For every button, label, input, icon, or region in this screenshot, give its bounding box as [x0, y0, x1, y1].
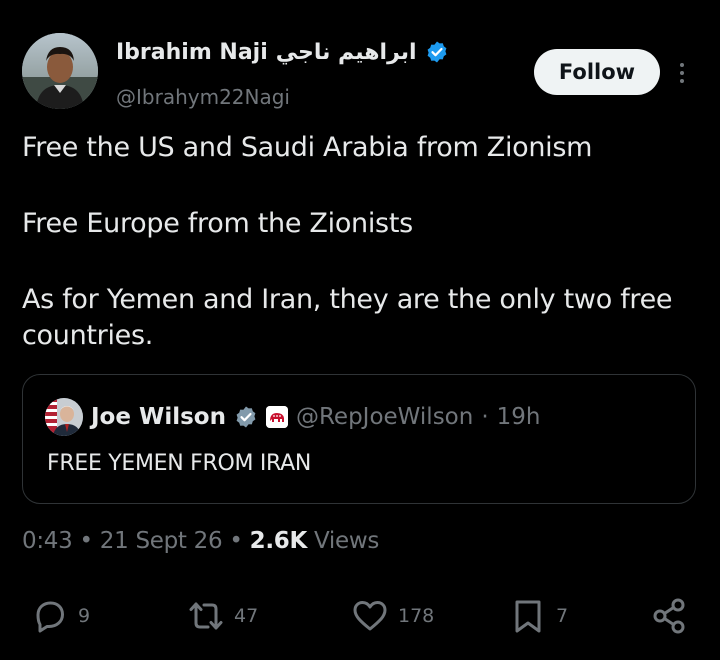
- verified-badge-icon: [425, 40, 449, 64]
- quoted-author-handle[interactable]: @RepJoeWilson: [296, 404, 473, 430]
- separator-dot: ·: [481, 404, 489, 430]
- views-label: Views: [314, 528, 380, 554]
- bookmark-button[interactable]: 7: [508, 594, 568, 638]
- separator-dot: •: [229, 528, 243, 554]
- quoted-tweet-header: Joe Wilson @RepJoeWilson · 19h: [45, 397, 540, 437]
- post-time[interactable]: 0:43: [22, 528, 73, 554]
- author-avatar[interactable]: [22, 33, 98, 109]
- tweet-meta: 0:43 • 21 Sept 26 • 2.6K Views: [22, 528, 379, 554]
- quoted-author-name[interactable]: Joe Wilson: [91, 404, 226, 430]
- tweet-paragraph: As for Yemen and Iran, they are the only…: [22, 284, 673, 351]
- follow-button[interactable]: Follow: [534, 49, 660, 95]
- verified-badge-icon: [234, 405, 258, 429]
- tweet-paragraph: Free Europe from the Zionists: [22, 208, 413, 239]
- share-button[interactable]: [650, 594, 690, 638]
- reply-count: 9: [78, 605, 91, 627]
- more-vertical-icon[interactable]: [672, 57, 692, 89]
- bookmark-count: 7: [556, 605, 569, 627]
- action-bar: 9 47 178 7: [0, 594, 720, 638]
- gop-elephant-badge-icon[interactable]: [265, 406, 288, 428]
- author-handle[interactable]: @Ibrahym22Nagi: [116, 85, 290, 109]
- repost-count: 47: [234, 605, 259, 627]
- share-icon: [653, 598, 685, 634]
- quoted-tweet-text: FREE YEMEN FROM IRAN: [47, 451, 312, 476]
- heart-icon: [353, 601, 387, 631]
- author-arabic-name[interactable]: ابراهيم ناجي: [276, 40, 417, 65]
- like-button[interactable]: 178: [350, 594, 434, 638]
- tweet-text: Free the US and Saudi Arabia from Zionis…: [22, 130, 698, 354]
- repost-icon: [189, 602, 223, 630]
- post-date[interactable]: 21 Sept 26: [100, 528, 223, 554]
- reply-button[interactable]: 9: [30, 594, 90, 638]
- author-display-name[interactable]: Ibrahim Naji: [116, 40, 268, 65]
- tweet-header: Ibrahim Naji ابراهيم ناجي @Ibrahym22Nagi…: [22, 33, 698, 113]
- views-count[interactable]: 2.6K: [250, 528, 308, 554]
- quoted-author-avatar[interactable]: [45, 398, 83, 436]
- reply-icon: [36, 601, 64, 633]
- separator-dot: •: [79, 528, 93, 554]
- author-name-row: Ibrahim Naji ابراهيم ناجي: [116, 35, 449, 69]
- bookmark-icon: [515, 600, 541, 633]
- tweet-paragraph: Free the US and Saudi Arabia from Zionis…: [22, 132, 593, 163]
- quoted-tweet[interactable]: Joe Wilson @RepJoeWilson · 19h FREE YEME…: [22, 374, 696, 504]
- like-count: 178: [398, 605, 435, 627]
- quoted-tweet-time[interactable]: 19h: [497, 404, 541, 430]
- repost-button[interactable]: 47: [186, 594, 258, 638]
